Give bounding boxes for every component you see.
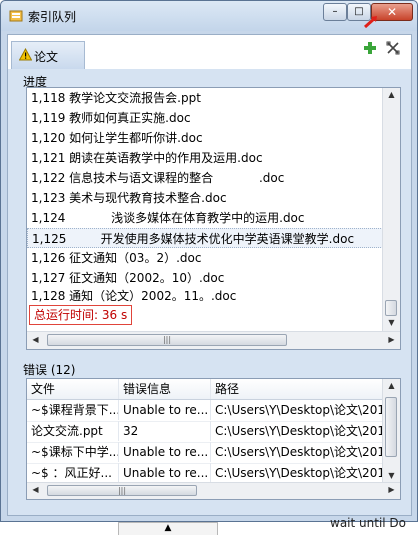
tab-strip: 论文 (8, 35, 411, 71)
background-text: wait until Do (330, 516, 407, 530)
list-item[interactable]: 1,126 征文通知（03。2）.doc (31, 248, 201, 268)
scroll-down-arrow-icon[interactable]: ▼ (383, 318, 400, 327)
cell-error: 32 (119, 421, 211, 441)
scroll-right-arrow-icon[interactable]: ▶ (383, 335, 400, 344)
scroll-left-arrow-icon[interactable]: ◀ (27, 335, 44, 344)
list-item[interactable]: 1,123 美术与现代教育技术整合.doc (31, 188, 227, 208)
add-icon[interactable] (363, 41, 377, 55)
red-arrow-icon (363, 16, 377, 29)
title-bar[interactable]: 索引队列 – □ ✕ (1, 1, 417, 31)
cell-path: C:\Users\Y\Desktop\论文\2012校 (211, 400, 391, 420)
errors-horizontal-scrollbar[interactable]: ◀ ||| ▶ (27, 482, 400, 499)
cell-file: 论文交流.ppt (27, 421, 119, 441)
table-row[interactable]: ~$课标下中学... Unable to re... C:\Users\Y\De… (27, 442, 391, 464)
progress-horizontal-scrollbar[interactable]: ◀ ||| ▶ (27, 331, 400, 349)
index-queue-window: 索引队列 – □ ✕ 论文 进度 1,118 教学论文交流报告会.ppt 1,1… (0, 0, 418, 522)
list-item[interactable]: 1,118 教学论文交流报告会.ppt (31, 88, 201, 108)
scroll-up-arrow-icon[interactable]: ▲ (383, 90, 400, 99)
list-item[interactable]: 1,122 信息技术与语文课程的整合 .doc (31, 168, 284, 188)
list-item[interactable]: 1,127 征文通知（2002。10）.doc (31, 268, 224, 288)
scroll-left-arrow-icon[interactable]: ◀ (27, 485, 44, 494)
scroll-thumb[interactable] (385, 300, 397, 316)
list-item-selected[interactable]: 1,125 开发使用多媒体技术优化中学英语课堂教学.doc (27, 228, 383, 248)
scroll-up-arrow-icon[interactable]: ▲ (383, 381, 400, 390)
cell-error: Unable to re... (119, 400, 211, 420)
scroll-down-arrow-icon[interactable]: ▼ (383, 471, 400, 480)
column-header-error[interactable]: 错误信息 (119, 379, 211, 399)
window-title: 索引队列 (28, 10, 77, 24)
scroll-thumb[interactable]: ||| (47, 485, 197, 496)
cell-error: Unable to re... (119, 442, 211, 462)
cell-file: ~$课标下中学... (27, 442, 119, 462)
background-tab[interactable]: ▲ (118, 522, 218, 535)
tab-label: 论文 (34, 50, 59, 64)
cell-file: ~$ ：风正好... (27, 463, 119, 483)
scroll-thumb[interactable] (385, 397, 397, 457)
cell-error: Unable to re... (119, 463, 211, 483)
errors-vertical-scrollbar[interactable]: ▲ ▼ (382, 379, 400, 484)
errors-label: 错误 (12) (23, 363, 76, 377)
progress-vertical-scrollbar[interactable]: ▲ ▼ (382, 88, 400, 332)
column-header-path[interactable]: 路径 (211, 379, 391, 399)
scroll-thumb[interactable]: ||| (47, 334, 287, 346)
cell-path: C:\Users\Y\Desktop\论文\2013\2 (211, 442, 391, 462)
column-header-file[interactable]: 文件 (27, 379, 119, 399)
cell-file: ~$课程背景下... (27, 400, 119, 420)
table-header: 文件 错误信息 路径 (27, 379, 391, 400)
cell-path: C:\Users\Y\Desktop\论文\2013\语 (211, 421, 391, 441)
background-window: ▲ wait until Do (0, 516, 418, 535)
list-item[interactable]: 1,120 如何让学生都听你讲.doc (31, 128, 203, 148)
errors-table[interactable]: 文件 错误信息 路径 ~$课程背景下... Unable to re... C:… (26, 378, 401, 500)
configure-icon[interactable] (386, 41, 400, 55)
progress-list[interactable]: 1,118 教学论文交流报告会.ppt 1,119 教师如何真正实施.doc 1… (26, 87, 401, 350)
cell-path: C:\Users\Y\Desktop\论文\2013\2 (211, 463, 391, 483)
warning-icon (19, 48, 32, 61)
minimize-button[interactable]: – (323, 3, 347, 21)
tab-lunwen[interactable]: 论文 (11, 41, 85, 69)
table-row[interactable]: ~$课程背景下... Unable to re... C:\Users\Y\De… (27, 400, 391, 422)
scroll-right-arrow-icon[interactable]: ▶ (383, 485, 400, 494)
list-item[interactable]: 1,119 教师如何真正实施.doc (31, 108, 191, 128)
content-area: 论文 进度 1,118 教学论文交流报告会.ppt 1,119 教师如何真正实施… (7, 34, 412, 516)
runtime-label: 总运行时间: 36 s (29, 305, 133, 325)
table-row[interactable]: 论文交流.ppt 32 C:\Users\Y\Desktop\论文\2013\语 (27, 421, 391, 443)
app-icon (9, 10, 23, 22)
list-item[interactable]: 1,124 浅谈多媒体在体育教学中的运用.doc (31, 208, 305, 228)
list-item[interactable]: 1,121 朗读在英语教学中的作用及运用.doc (31, 148, 263, 168)
list-item[interactable]: 1,128 通知（论文）2002。11。.doc (31, 286, 236, 306)
